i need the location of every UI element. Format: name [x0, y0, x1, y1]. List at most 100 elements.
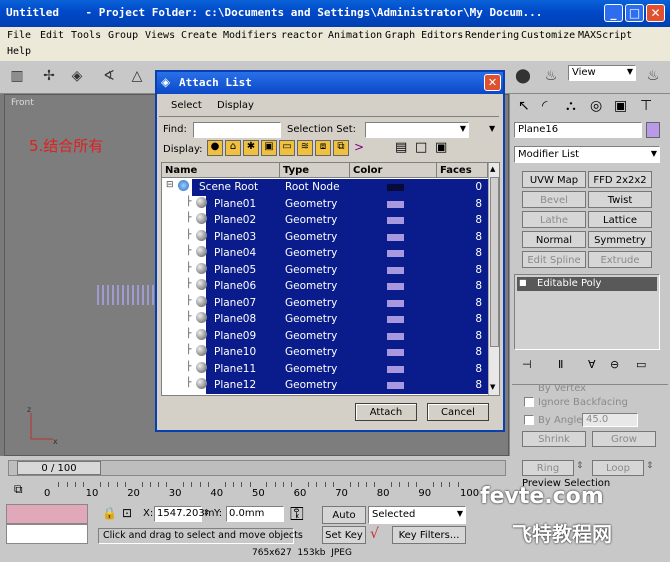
shrink-button[interactable]: Shrink [522, 431, 586, 447]
configure-sets-icon[interactable]: ▭ [636, 358, 646, 371]
xrefs-filter-icon[interactable]: ⧉ [333, 140, 349, 156]
close-button[interactable]: ✕ [646, 4, 665, 22]
list-item[interactable]: ├ Plane04 Geometry 8 [162, 245, 488, 262]
script-listener-mini[interactable] [6, 504, 88, 524]
modifier-button[interactable]: Extrude [588, 251, 652, 268]
menu-select[interactable]: Select [171, 100, 202, 111]
scroll-up-icon[interactable]: ▲ [490, 165, 495, 173]
set-key-button[interactable]: Set Key [322, 526, 366, 544]
ignore-backfacing-checkbox[interactable] [524, 397, 534, 407]
layer-icon[interactable]: ▥ [6, 65, 28, 87]
menu-maxscript[interactable]: MAXScript [578, 30, 632, 41]
helpers-filter-icon[interactable]: ▭ [279, 140, 295, 156]
modifier-button[interactable]: Normal [522, 231, 586, 248]
modifier-button[interactable]: Lathe [522, 211, 586, 228]
menu-animation[interactable]: Animation [328, 30, 382, 41]
select-invert-icon[interactable]: ▣ [435, 140, 447, 155]
teapot-render-icon[interactable]: ♨ [642, 65, 664, 87]
list-item[interactable]: ├ Plane03 Geometry 8 [162, 228, 488, 245]
modifier-button[interactable]: Edit Spline [522, 251, 586, 268]
absolute-mode-icon[interactable]: ⊡ [122, 506, 132, 520]
cameras-filter-icon[interactable]: ▣ [261, 140, 277, 156]
list-item[interactable]: ⊟ Scene Root Root Node 0 [162, 179, 488, 196]
modifier-button[interactable]: FFD 2x2x2 [588, 171, 652, 188]
geometry-filter-icon[interactable]: ● [207, 140, 223, 156]
percent-snap-icon[interactable]: △ [126, 65, 148, 87]
list-item[interactable]: ├ Plane06 Geometry 8 [162, 278, 488, 295]
bind-icon[interactable]: ◈ [66, 65, 88, 87]
column-header-color[interactable]: Color [350, 163, 437, 178]
lights-filter-icon[interactable]: ✱ [243, 140, 259, 156]
view-dropdown[interactable]: View ▼ [568, 65, 636, 81]
attach-button[interactable]: Attach [355, 403, 417, 421]
modifier-button[interactable]: Lattice [588, 211, 652, 228]
list-item[interactable]: ├ Plane08 Geometry 8 [162, 311, 488, 328]
x-spinner-icon[interactable]: ⇕ [203, 508, 210, 517]
create-tab-icon[interactable]: ↖ [518, 98, 530, 114]
menu-customize[interactable]: Customize [521, 30, 575, 41]
menu-file[interactable]: File [7, 30, 31, 41]
time-slider-track[interactable]: 0 / 100 [8, 460, 506, 476]
stack-item[interactable]: ■ Editable Poly [517, 277, 657, 291]
object-list[interactable]: Name Type Color Faces ⊟ Scene Root Root No… [161, 162, 500, 396]
show-end-result-icon[interactable]: Ⅱ [558, 358, 563, 371]
modifier-list-dropdown[interactable]: Modifier List ▼ [514, 146, 660, 163]
utilities-tab-icon[interactable]: ⊤ [640, 98, 652, 114]
viewport-label[interactable]: Front [11, 98, 34, 108]
render-setup-icon[interactable]: ♨ [540, 65, 562, 87]
modifier-button[interactable]: Symmetry [588, 231, 652, 248]
menu-edit[interactable]: Edit [40, 30, 64, 41]
find-input[interactable] [193, 122, 281, 138]
track-bar[interactable]: ⧉ 0 10 20 30 40 50 60 70 80 90 100 [6, 480, 506, 502]
hierarchy-tab-icon[interactable]: ⛬ [566, 98, 576, 114]
tree-collapse-icon[interactable]: ⊟ [166, 180, 174, 190]
material-editor-icon[interactable]: ⬤ [512, 65, 534, 87]
by-angle-spinner[interactable]: 45.0 [582, 413, 638, 427]
motion-tab-icon[interactable]: ◎ [590, 98, 602, 114]
menu-graph-editors[interactable]: Graph Editors [385, 30, 463, 41]
make-unique-icon[interactable]: ∀ [588, 358, 596, 371]
menu-create[interactable]: Create [181, 30, 217, 41]
auto-key-button[interactable]: Auto Key [322, 506, 366, 539]
ring-button[interactable]: Ring [522, 460, 574, 476]
modifier-button[interactable]: Twist [588, 191, 652, 208]
dialog-close-button[interactable]: ✕ [484, 74, 501, 91]
scroll-down-icon[interactable]: ▼ [490, 383, 495, 391]
angle-snap-icon[interactable]: ∢ [98, 65, 120, 87]
modifier-button[interactable]: UVW Map [522, 171, 586, 188]
cancel-button[interactable]: Cancel [427, 403, 489, 421]
list-item[interactable]: ├ Plane12 Geometry 8 [162, 377, 488, 394]
chevron-down-icon[interactable]: ▼ [489, 124, 495, 133]
list-item[interactable]: ├ Plane02 Geometry 8 [162, 212, 488, 229]
list-item[interactable]: ├ Plane11 Geometry 8 [162, 360, 488, 377]
scrollbar-thumb[interactable] [490, 177, 499, 347]
object-color-swatch[interactable] [646, 122, 660, 138]
list-item[interactable]: ├ Plane01 Geometry 8 [162, 195, 488, 212]
remove-modifier-icon[interactable]: ⊖ [610, 358, 619, 371]
loop-spinner-icon[interactable]: ⇕ [646, 461, 654, 471]
modify-tab-icon[interactable]: ◜ [542, 98, 547, 114]
menu-display[interactable]: Display [217, 100, 254, 111]
time-slider[interactable]: 0 / 100 [17, 461, 101, 475]
selected-set-dropdown[interactable]: Selected ▼ [368, 506, 466, 524]
menu-rendering[interactable]: Rendering [465, 30, 519, 41]
x-coordinate-field[interactable]: 1547.203m [154, 506, 214, 522]
lock-icon[interactable]: 🔒 [102, 506, 117, 520]
select-none-icon[interactable]: □ [415, 140, 427, 155]
selection-set-dropdown[interactable]: ▼ [365, 122, 469, 138]
modifier-stack[interactable]: ■ Editable Poly [514, 274, 660, 350]
spacewarps-filter-icon[interactable]: ≋ [297, 140, 313, 156]
by-angle-checkbox[interactable] [524, 415, 534, 425]
list-item[interactable]: ├ Plane05 Geometry 8 [162, 261, 488, 278]
maximize-button[interactable]: □ [625, 4, 644, 22]
select-all-icon[interactable]: ▤ [395, 140, 407, 155]
link-icon[interactable]: ✢ [38, 65, 60, 87]
menu-help[interactable]: Help [7, 46, 31, 57]
pin-stack-icon[interactable]: ⊣ [522, 358, 532, 371]
menu-group[interactable]: Group [108, 30, 138, 41]
list-item[interactable]: ├ Plane07 Geometry 8 [162, 294, 488, 311]
bones-filter-icon[interactable]: > [351, 140, 367, 156]
grow-button[interactable]: Grow [592, 431, 656, 447]
key-icon[interactable]: ⚿ [290, 504, 304, 525]
list-item[interactable]: ├ Plane10 Geometry 8 [162, 344, 488, 361]
